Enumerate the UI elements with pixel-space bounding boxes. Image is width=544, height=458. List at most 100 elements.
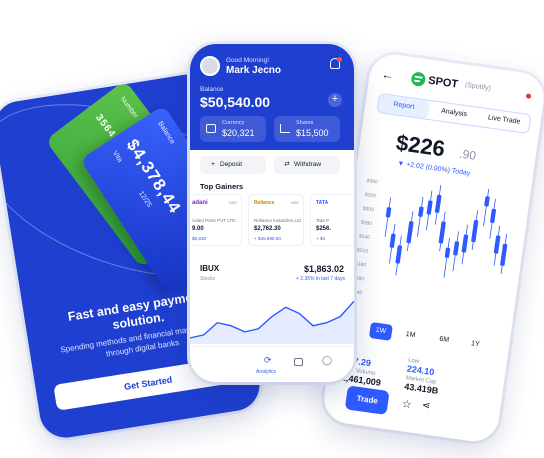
gainer-card[interactable]: Reliance NSE Reliance Industries Ltd $2,… <box>248 194 304 246</box>
stock-type: Stocks <box>200 276 216 282</box>
tab-analysis[interactable]: Analysis <box>428 101 481 126</box>
currency-label: Currency <box>222 120 245 126</box>
tab-live-trade[interactable]: Live Trade <box>478 108 531 133</box>
card-holder: Vita <box>110 149 124 164</box>
dashboard-header: Good Morning! Mark Jecno Balance $50,540… <box>190 44 354 150</box>
bottom-nav: ⟳ Analytics ◯ <box>190 346 354 382</box>
company-price: $2,762.30 <box>254 226 281 232</box>
period-1y[interactable]: 1Y <box>470 336 481 353</box>
wallet-icon <box>206 124 216 133</box>
company-name: Adani Ports PVT LTD <box>192 218 236 223</box>
candle-body <box>406 221 414 244</box>
y-tick-label: $160 <box>353 275 365 283</box>
company-name: Tata P <box>316 218 330 223</box>
y-tick-label: $360 <box>366 178 378 186</box>
company-name: Reliance Industries Ltd <box>254 218 301 223</box>
shares-label: Shares <box>296 120 314 126</box>
stock-price-decimal: .90 <box>458 146 477 163</box>
bar-chart-icon <box>280 124 290 133</box>
stock-name: IBUX <box>200 264 220 273</box>
shares-value: $15,500 <box>296 128 329 138</box>
balance-label: Balance <box>200 86 224 93</box>
stock-change: + 2.35% in last 7 days <box>296 276 346 282</box>
notification-dot-icon <box>525 93 532 100</box>
candle-body <box>434 194 442 213</box>
candle-body <box>418 206 424 217</box>
stock-value: $1,863.02 <box>304 264 345 274</box>
trade-button[interactable]: Trade <box>344 385 390 415</box>
candle-body <box>389 233 396 248</box>
gainer-card[interactable]: TATA Tata P $256. + $4 <box>310 194 354 246</box>
star-icon[interactable]: ☆ <box>401 397 413 411</box>
deposit-button[interactable]: + Deposit <box>200 156 266 174</box>
candle-body <box>426 200 433 215</box>
card-exp: 12/25 <box>137 190 153 209</box>
stock-change-text: +2.02 (0.90%) Today <box>405 161 471 178</box>
period-6m[interactable]: 6M <box>438 332 450 349</box>
candle-body <box>500 243 508 266</box>
swap-arrows-icon: ⇄ <box>284 161 290 168</box>
company-name: (Spotify) <box>464 81 492 93</box>
nav-analytics-label[interactable]: Analytics <box>256 369 276 375</box>
line-area <box>190 301 354 344</box>
spotify-logo-icon <box>410 71 427 88</box>
wallet-icon[interactable] <box>294 358 303 366</box>
currency-tile[interactable]: Currency $20,321 <box>200 116 266 142</box>
greeting: Good Morning! <box>226 57 269 64</box>
y-tick-label: $280 <box>360 220 372 228</box>
tab-report[interactable]: Report <box>377 93 431 119</box>
exchange-tag: NSE <box>228 200 237 205</box>
stock-price: $226 <box>394 129 447 162</box>
candle-body <box>395 245 403 264</box>
candle-body <box>490 208 497 223</box>
stock-change: ▼ +2.02 (0.90%) Today <box>396 160 471 178</box>
period-1w[interactable]: 1W <box>368 321 393 341</box>
y-tick-label: $300 <box>362 206 374 214</box>
company-logo: TATA <box>316 200 329 206</box>
company-change: + $45,896.50 <box>254 236 281 241</box>
candle-body <box>461 234 469 253</box>
candle-body <box>471 219 479 243</box>
notification-dot-icon <box>337 57 342 62</box>
company-change: $6,830 <box>192 236 207 241</box>
stock-line-chart <box>190 300 354 344</box>
share-icon[interactable]: ⋖ <box>421 400 431 412</box>
analytics-icon[interactable]: ⟳ <box>264 355 272 366</box>
company-price: 9.00 <box>192 226 204 232</box>
plus-icon: + <box>211 161 215 168</box>
plus-icon[interactable]: + <box>328 93 342 107</box>
candlestick-chart: $360$320$300$280$240$210$180$160$140 <box>351 178 508 296</box>
shares-tile[interactable]: Shares $15,500 <box>274 116 340 142</box>
y-tick-label: $320 <box>364 192 376 200</box>
deposit-label: Deposit <box>220 161 243 168</box>
withdraw-button[interactable]: ⇄ Withdraw <box>274 156 340 174</box>
gainer-card[interactable]: adani NSE Adani Ports PVT LTD 9.00 $6,83… <box>190 194 242 246</box>
exchange-tag: NSE <box>290 200 299 205</box>
company-logo: Reliance <box>254 200 275 206</box>
ticker-symbol: SPOT <box>427 74 459 91</box>
card-balance-amount: $4,378,44 <box>122 135 185 218</box>
company-logo: adani <box>192 200 208 206</box>
card-number-label: Number <box>118 95 140 120</box>
y-tick-label: $210 <box>357 247 369 255</box>
balance-amount: $50,540.00 <box>200 94 271 110</box>
company-price: $256. <box>316 226 332 232</box>
candle-body <box>444 247 451 258</box>
profile-icon[interactable]: ◯ <box>322 355 332 366</box>
candle-body <box>453 241 460 256</box>
user-name: Mark Jecno <box>226 65 282 76</box>
withdraw-label: Withdraw <box>294 161 322 168</box>
currency-value: $20,321 <box>222 128 255 138</box>
company-change: + $4 <box>316 236 326 241</box>
candle-body <box>493 235 501 254</box>
candle-body <box>484 196 490 207</box>
candle-body <box>385 207 392 218</box>
period-1m[interactable]: 1M <box>405 327 417 344</box>
y-tick-label: $180 <box>355 261 367 269</box>
candle-body <box>438 221 446 244</box>
back-arrow-icon[interactable]: ← <box>381 67 395 83</box>
card-balance-label: Balance <box>156 120 176 146</box>
dashboard-phone: Good Morning! Mark Jecno Balance $50,540… <box>190 44 354 382</box>
avatar[interactable] <box>200 56 220 76</box>
section-title: Top Gainers <box>200 182 244 191</box>
